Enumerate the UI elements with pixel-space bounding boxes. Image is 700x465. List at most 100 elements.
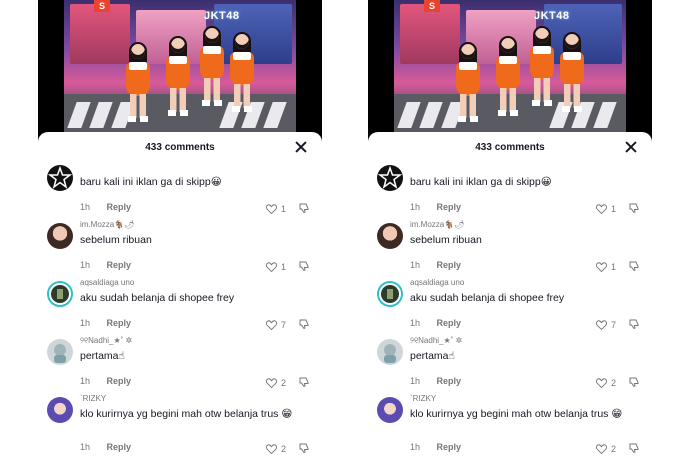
reply-button[interactable]: Reply [437, 318, 462, 328]
reply-button[interactable]: Reply [107, 318, 132, 328]
comment-text: sebelum ribuan [80, 234, 152, 246]
like-button[interactable]: 7 [595, 320, 616, 330]
comment-item: aqsaldiaga uno aku sudah belanja di shop… [38, 278, 322, 336]
avatar[interactable] [47, 223, 73, 249]
brand-sign: JKT48 [534, 10, 570, 22]
comment-username[interactable]: im.Mozza🐐🌶 [80, 220, 134, 229]
comment-username[interactable]: aqsaldiaga uno [410, 278, 464, 287]
comment-username[interactable]: im.Mozza🐐🌶 [410, 220, 464, 229]
heart-icon [265, 378, 277, 388]
comment-meta: 1h Reply [80, 202, 131, 212]
close-icon[interactable] [624, 140, 638, 154]
comments-sheet: 433 comments baru kali ini iklan ga di s… [38, 132, 322, 465]
dislike-icon[interactable] [298, 202, 310, 214]
comment-item: `RIZKY klo kurirnya yg begini mah otw be… [368, 394, 652, 460]
like-button[interactable]: 2 [265, 444, 286, 454]
reply-button[interactable]: Reply [107, 376, 132, 386]
dislike-icon[interactable] [298, 260, 310, 272]
avatar[interactable] [47, 165, 73, 191]
comment-time: 1h [410, 260, 421, 270]
comments-count-title: 433 comments [475, 142, 545, 153]
dislike-icon[interactable] [628, 202, 640, 214]
avatar[interactable] [377, 397, 403, 423]
like-button[interactable]: 1 [265, 204, 286, 214]
dislike-icon[interactable] [628, 260, 640, 272]
comment-text: klo kurirnya yg begini mah otw belanja t… [410, 408, 623, 420]
comment-username[interactable]: ୨୧Nadhi_★˚ ✲ [410, 336, 462, 346]
like-button[interactable]: 2 [265, 378, 286, 388]
like-button[interactable]: 7 [265, 320, 286, 330]
comment-time: 1h [80, 318, 91, 328]
like-count: 7 [610, 320, 616, 330]
dislike-icon[interactable] [628, 442, 640, 454]
store-sign: S [424, 0, 440, 12]
comment-item: im.Mozza🐐🌶 sebelum ribuan 1h Reply 1 [38, 220, 322, 278]
dancer [554, 32, 590, 120]
avatar[interactable] [377, 281, 403, 307]
like-button[interactable]: 2 [595, 378, 616, 388]
heart-icon [265, 444, 277, 454]
dancer [120, 42, 156, 124]
comment-username[interactable]: ୨୧Nadhi_★˚ ✲ [80, 336, 132, 346]
comment-meta: 1h Reply [410, 260, 461, 270]
dislike-icon[interactable] [628, 376, 640, 388]
reply-button[interactable]: Reply [437, 202, 462, 212]
comment-item: `RIZKY klo kurirnya yg begini mah otw be… [38, 394, 322, 460]
reply-button[interactable]: Reply [107, 442, 132, 452]
comment-text: klo kurirnya yg begini mah otw belanja t… [80, 408, 293, 420]
comment-username[interactable]: `RIZKY [80, 394, 106, 403]
comment-text: pertama☝ [410, 350, 455, 362]
reply-button[interactable]: Reply [437, 442, 462, 452]
like-button[interactable]: 1 [595, 204, 616, 214]
store-sign: S [94, 0, 110, 12]
like-count: 7 [280, 320, 286, 330]
like-count: 1 [280, 204, 286, 214]
heart-icon [595, 444, 607, 454]
comment-meta: 1h Reply [410, 202, 461, 212]
dancer [450, 42, 486, 124]
reply-button[interactable]: Reply [107, 260, 132, 270]
comment-username[interactable]: aqsaldiaga uno [80, 278, 134, 287]
comment-item: ୨୧Nadhi_★˚ ✲ pertama☝ 1h Reply 2 [368, 336, 652, 394]
like-count: 2 [280, 444, 286, 454]
dislike-icon[interactable] [298, 442, 310, 454]
dislike-icon[interactable] [298, 318, 310, 330]
dislike-icon[interactable] [628, 318, 640, 330]
like-count: 2 [610, 378, 616, 388]
like-count: 2 [280, 378, 286, 388]
brand-sign: JKT48 [204, 10, 240, 22]
avatar[interactable] [47, 397, 73, 423]
reply-button[interactable]: Reply [107, 202, 132, 212]
video-player[interactable]: S JKT48 [368, 0, 652, 140]
like-button[interactable]: 1 [265, 262, 286, 272]
comment-text: aku sudah belanja di shopee frey [80, 292, 235, 304]
comment-time: 1h [80, 442, 91, 452]
comment-item: aqsaldiaga uno aku sudah belanja di shop… [368, 278, 652, 336]
comment-meta: 1h Reply [410, 442, 461, 452]
comment-time: 1h [410, 376, 421, 386]
video-player[interactable]: S JKT48 [38, 0, 322, 140]
avatar[interactable] [377, 339, 403, 365]
avatar[interactable] [47, 339, 73, 365]
like-count: 1 [280, 262, 286, 272]
like-button[interactable]: 1 [595, 262, 616, 272]
comment-item: ୨୧Nadhi_★˚ ✲ pertama☝ 1h Reply 2 [38, 336, 322, 394]
like-button[interactable]: 2 [595, 444, 616, 454]
heart-icon [265, 262, 277, 272]
reply-button[interactable]: Reply [437, 260, 462, 270]
close-icon[interactable] [294, 140, 308, 154]
reply-button[interactable]: Reply [437, 376, 462, 386]
heart-icon [595, 204, 607, 214]
heart-icon [265, 204, 277, 214]
comment-meta: 1h Reply [410, 318, 461, 328]
avatar[interactable] [377, 223, 403, 249]
comment-time: 1h [410, 202, 421, 212]
comment-time: 1h [80, 376, 91, 386]
like-count: 1 [610, 204, 616, 214]
comment-time: 1h [410, 442, 421, 452]
comment-text: baru kali ini iklan ga di skipp😀 [80, 176, 222, 188]
dislike-icon[interactable] [298, 376, 310, 388]
comment-username[interactable]: `RIZKY [410, 394, 436, 403]
avatar[interactable] [47, 281, 73, 307]
avatar[interactable] [377, 165, 403, 191]
